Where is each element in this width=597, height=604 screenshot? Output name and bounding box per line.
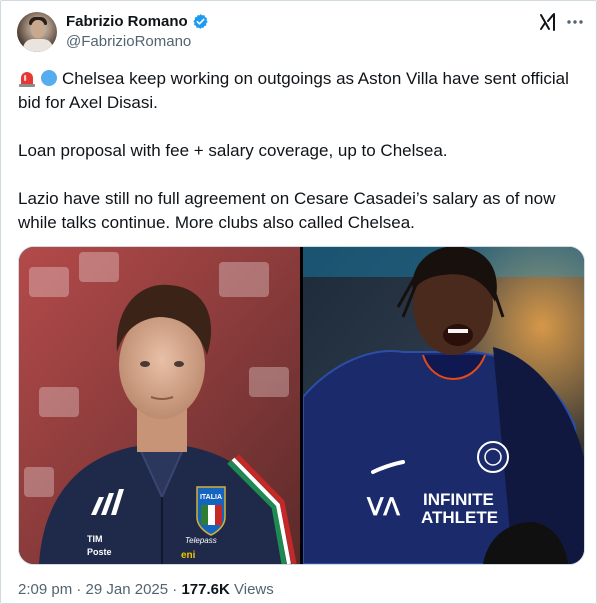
kit-sponsor-tim: TIM — [87, 534, 103, 544]
author-name[interactable]: Fabrizio Romano — [66, 13, 188, 30]
views-label: Views — [234, 581, 274, 598]
italia-crest-label: ITALIA — [200, 494, 222, 501]
rotating-light-emoji — [19, 72, 35, 87]
kit-sponsor-eni: eni — [181, 550, 196, 561]
tweet-time[interactable]: 2:09 pm — [18, 581, 72, 598]
kit-sponsor-telepass: Telepass — [185, 536, 217, 545]
tweet-line-1: Chelsea keep working on outgoings as Ast… — [18, 69, 569, 112]
grok-icon[interactable] — [538, 12, 558, 32]
tweet-paragraph-1: Chelsea keep working on outgoings as Ast… — [18, 67, 578, 115]
meta-separator: · — [76, 581, 82, 598]
sponsor-logo-mark: ᐯᐱ — [366, 494, 400, 521]
kit-sponsor-poste: Poste — [87, 547, 112, 557]
shirt-sponsor-line1: INFINITE — [423, 490, 494, 509]
tweet-paragraph-2: Loan proposal with fee + salary coverage… — [18, 141, 448, 160]
shirt-sponsor-line2: ATHLETE — [421, 508, 498, 527]
verified-badge-icon — [193, 14, 208, 29]
tweet-meta: 2:09 pm · 29 Jan 2025 · 177.6K Views — [18, 581, 274, 598]
author-handle[interactable]: @FabrizioRomano — [66, 33, 191, 50]
views-count: 177.6K — [181, 581, 230, 598]
avatar-shirt — [23, 39, 53, 52]
photo-casadei[interactable]: ITALIA TIM Poste Telepass eni — [19, 247, 300, 564]
author-avatar[interactable] — [17, 12, 57, 52]
tweet-text: Chelsea keep working on outgoings as Ast… — [18, 67, 578, 235]
tweet-card: Fabrizio Romano @FabrizioRomano Chelsea … — [0, 0, 597, 604]
photo-disasi[interactable]: ᐯᐱ INFINITE ATHLETE — [303, 247, 584, 564]
media-grid[interactable]: ITALIA TIM Poste Telepass eni ᐯᐱ INFINIT… — [18, 246, 585, 565]
tweet-paragraph-3: Lazio have still no full agreement on Ce… — [18, 189, 556, 232]
more-options-icon[interactable] — [566, 13, 584, 31]
blue-circle-emoji — [41, 70, 57, 86]
author-name-row[interactable]: Fabrizio Romano — [66, 13, 209, 30]
tweet-date[interactable]: 29 Jan 2025 — [86, 581, 169, 598]
meta-separator-2: · — [172, 581, 178, 598]
avatar-face — [31, 20, 45, 38]
